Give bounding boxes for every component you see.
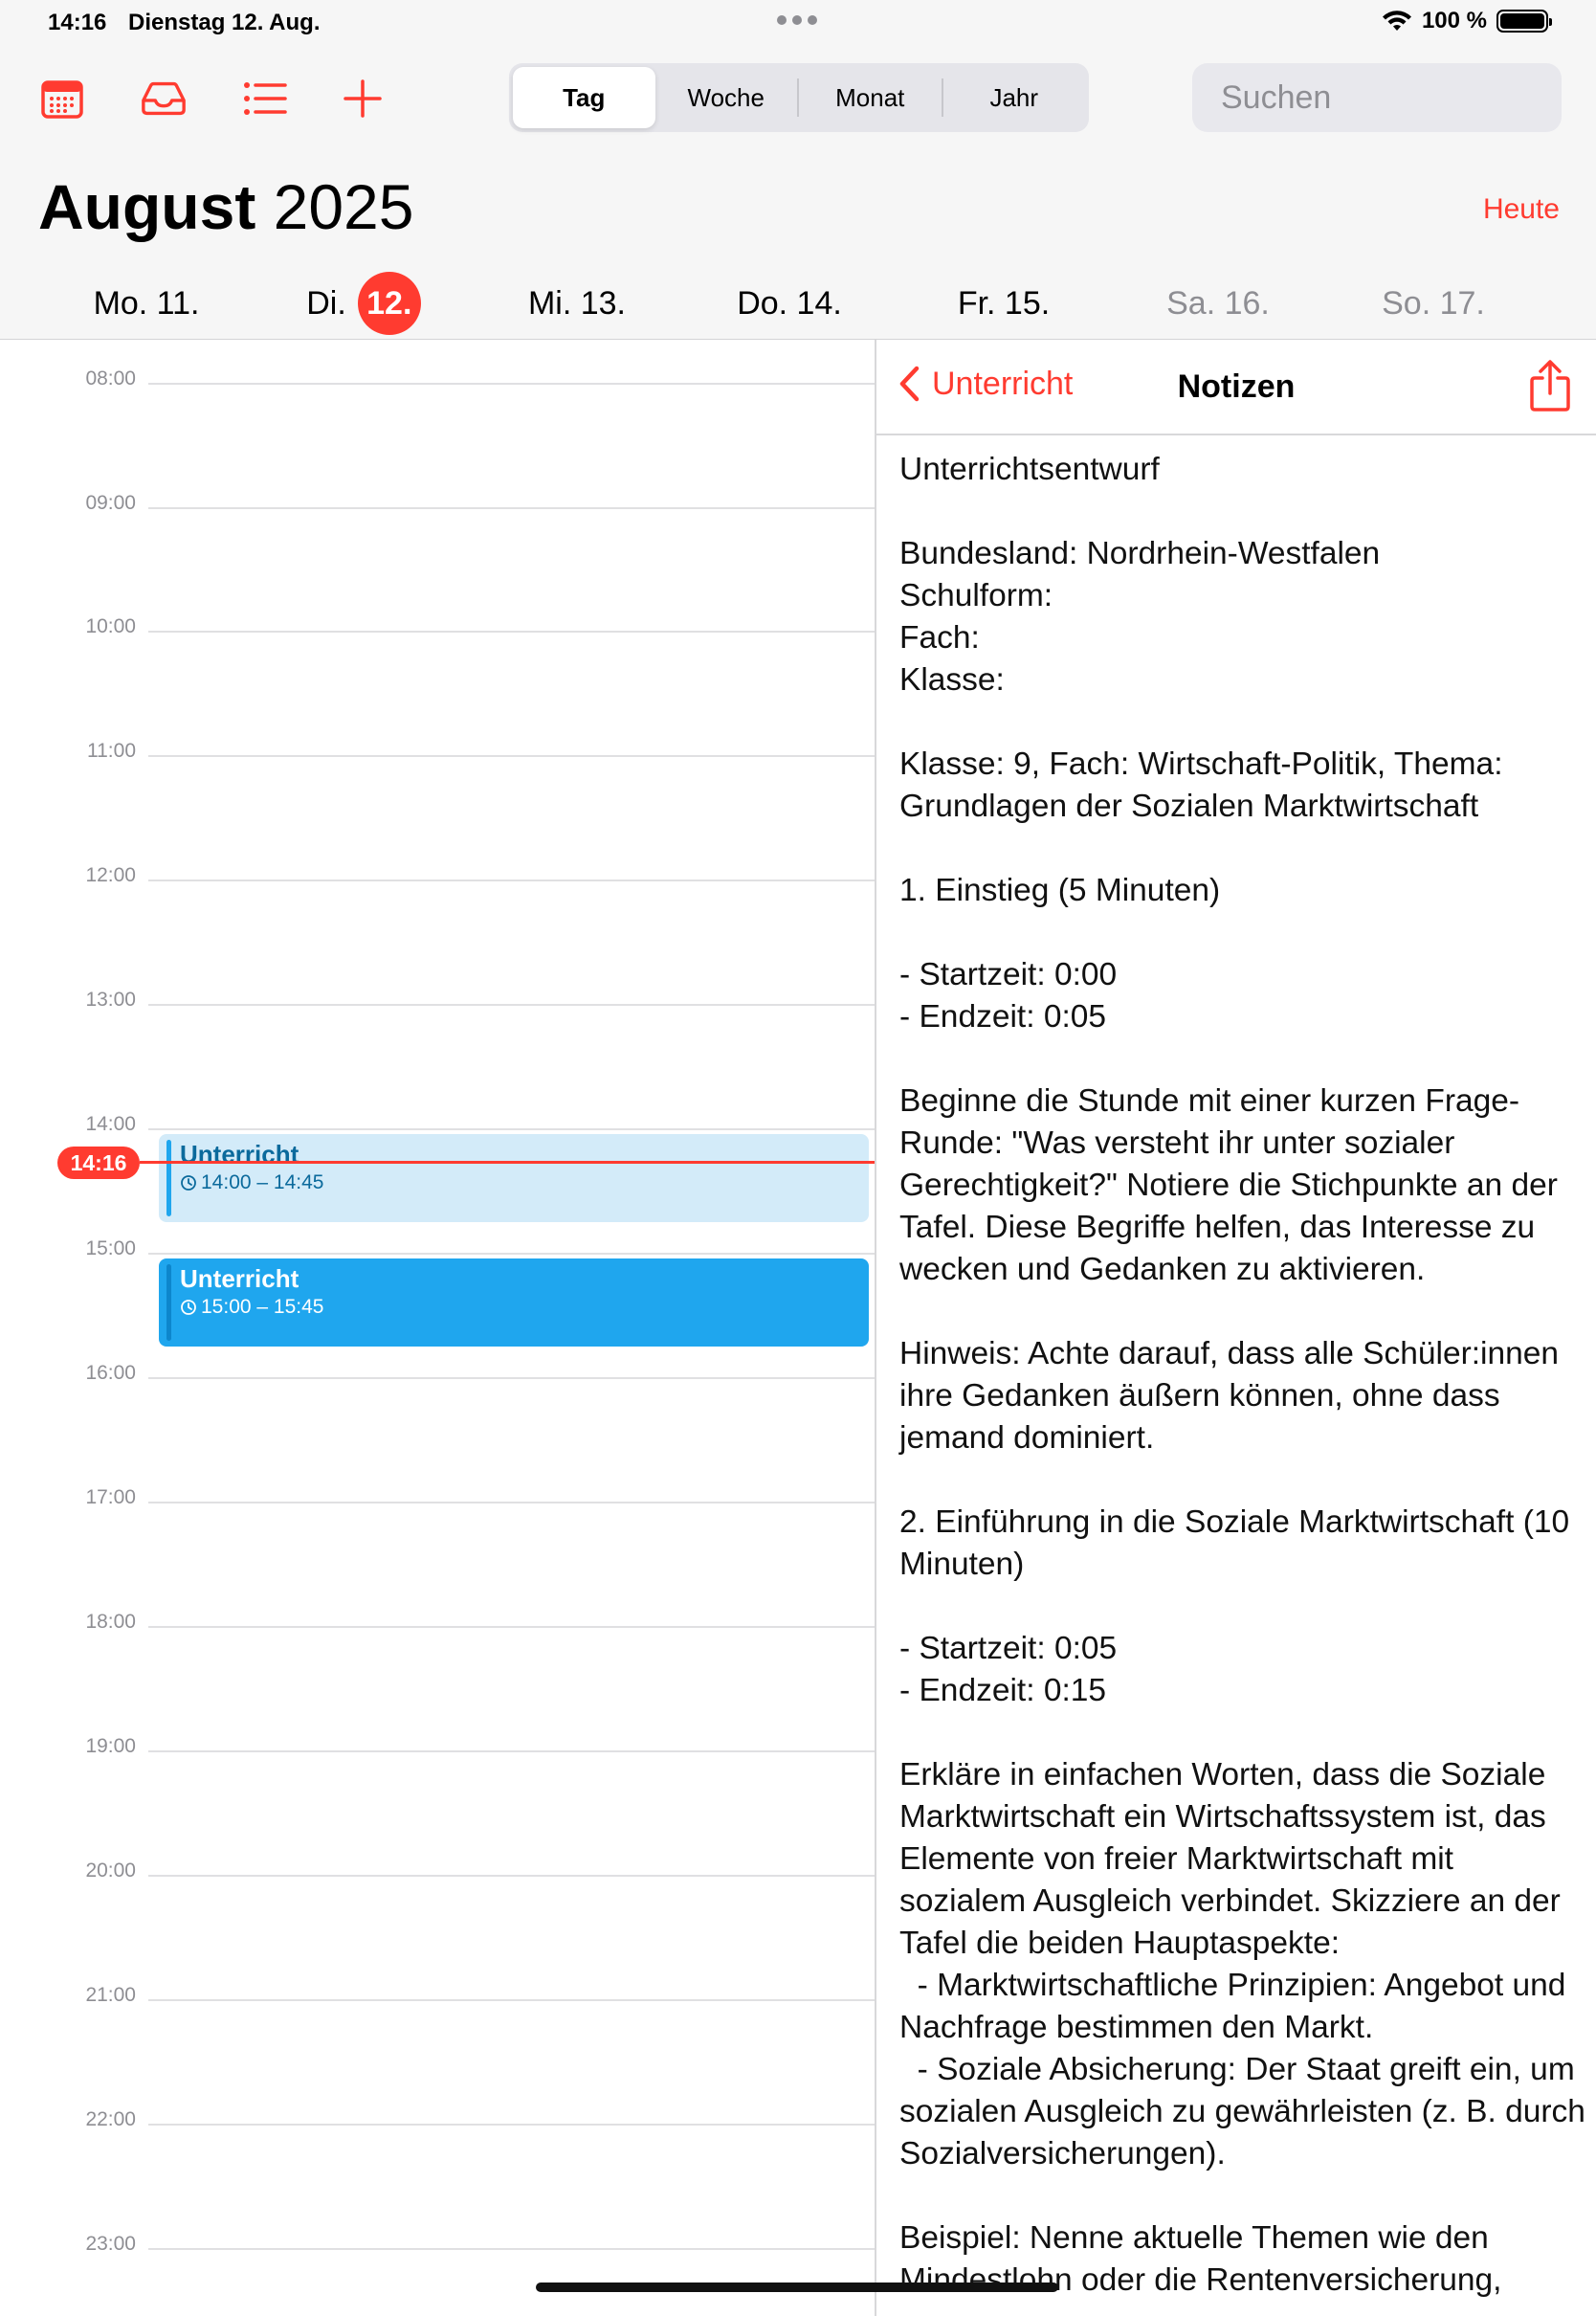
hour-line (148, 2124, 875, 2126)
calendar-icon[interactable] (38, 75, 86, 122)
hour-line (148, 1626, 875, 1628)
event-time-text: 14:00 – 14:45 (201, 1171, 324, 1193)
clock-icon (181, 1175, 196, 1191)
view-switcher: Tag Woche Monat Jahr (509, 63, 1089, 132)
hour-line (148, 1750, 875, 1752)
today-button[interactable]: Heute (1483, 193, 1560, 226)
hour-label: 09:00 (85, 492, 136, 514)
hour-line (148, 1377, 875, 1379)
battery-percent: 100 % (1421, 8, 1487, 33)
hour-label: 16:00 (85, 1362, 136, 1384)
hour-label: 10:00 (85, 615, 136, 637)
hour-label: 17:00 (85, 1486, 136, 1508)
clock-icon (181, 1300, 196, 1315)
hour-line (148, 1875, 875, 1877)
tab-week[interactable]: Woche (655, 67, 798, 128)
chevron-left-icon (899, 366, 920, 402)
share-icon[interactable] (1525, 359, 1575, 412)
hour-line (148, 755, 875, 757)
hour-label: 18:00 (85, 1611, 136, 1633)
tab-year[interactable]: Jahr (943, 67, 1086, 128)
month-title: August 2025 (38, 170, 413, 243)
event-block[interactable]: Unterricht 14:00 – 14:45 (159, 1134, 869, 1222)
inbox-icon[interactable] (140, 75, 188, 122)
event-block[interactable]: Unterricht 15:00 – 15:45 (159, 1258, 869, 1347)
hour-line (148, 507, 875, 509)
tab-day[interactable]: Tag (513, 67, 655, 128)
hour-line (148, 631, 875, 633)
hour-label: 21:00 (85, 1984, 136, 2006)
day-monday[interactable]: Mo. 11. (77, 272, 216, 335)
hour-line (148, 1999, 875, 2001)
day-label: Di. (306, 284, 346, 322)
event-color-bar (166, 1140, 171, 1216)
day-wednesday[interactable]: Mi. 13. (507, 272, 647, 335)
hour-label: 23:00 (85, 2233, 136, 2255)
notes-text[interactable]: Unterrichtsentwurf Bundesland: Nordrhein… (899, 449, 1588, 2302)
current-time-line (140, 1161, 875, 1164)
top-bar: 14:16 Dienstag 12. Aug. 100 % Tag Woche … (0, 0, 1596, 340)
search-field[interactable] (1192, 63, 1596, 132)
back-button-label: Unterricht (932, 365, 1074, 402)
home-indicator[interactable] (536, 2283, 1058, 2292)
battery-icon (1496, 10, 1552, 33)
hour-label: 14:00 (85, 1113, 136, 1135)
today-date-badge: 12. (357, 272, 421, 335)
year: 2025 (273, 171, 414, 242)
tab-month[interactable]: Monat (799, 67, 942, 128)
hour-label: 22:00 (85, 2108, 136, 2130)
hour-line (148, 2248, 875, 2250)
hour-line (148, 880, 875, 881)
hour-line (148, 1502, 875, 1503)
hour-label: 19:00 (85, 1735, 136, 1757)
status-indicators: 100 % (1382, 8, 1552, 34)
plus-icon[interactable] (339, 75, 387, 122)
event-title: Unterricht (180, 1140, 299, 1169)
hour-line (148, 383, 875, 385)
hour-label: 15:00 (85, 1237, 136, 1259)
day-tuesday[interactable]: Di. 12. (287, 272, 440, 335)
day-thursday[interactable]: Do. 14. (720, 272, 859, 335)
event-time: 14:00 – 14:45 (180, 1171, 859, 1194)
hour-line (148, 1253, 875, 1255)
day-friday[interactable]: Fr. 15. (934, 272, 1074, 335)
current-time-badge: 14:16 (57, 1147, 140, 1179)
wifi-icon (1382, 11, 1411, 31)
hour-label: 20:00 (85, 1859, 136, 1882)
event-color-bar (166, 1264, 171, 1341)
hour-label: 11:00 (87, 740, 136, 762)
event-time-text: 15:00 – 15:45 (201, 1296, 324, 1318)
back-button[interactable]: Unterricht (898, 365, 1073, 403)
status-time: 14:16 (48, 10, 107, 35)
event-time: 15:00 – 15:45 (180, 1296, 859, 1319)
hour-line (148, 1128, 875, 1130)
week-strip: Mo. 11. Di. 12. Mi. 13. Do. 14. Fr. 15. … (0, 272, 1596, 335)
event-title: Unterricht (180, 1264, 299, 1293)
notes-header: Unterricht Notizen (876, 340, 1596, 435)
multitasking-dots-icon[interactable] (777, 15, 817, 25)
day-timeline[interactable]: 08:00 09:00 10:00 11:00 12:00 13:00 14:0… (0, 340, 875, 2316)
day-saturday[interactable]: Sa. 16. (1148, 272, 1288, 335)
notes-panel: Unterricht Notizen Unterrichtsentwurf Bu… (876, 340, 1596, 2316)
status-bar: 14:16 Dienstag 12. Aug. 100 % (0, 0, 1596, 46)
hour-label: 08:00 (85, 367, 136, 390)
hour-label: 12:00 (85, 864, 136, 886)
hour-line (148, 1004, 875, 1006)
list-icon[interactable] (241, 75, 289, 122)
day-sunday[interactable]: So. 17. (1363, 272, 1503, 335)
search-input[interactable] (1221, 78, 1596, 117)
hour-label: 13:00 (85, 989, 136, 1011)
status-date: Dienstag 12. Aug. (128, 10, 321, 35)
month-name: August (38, 171, 256, 242)
